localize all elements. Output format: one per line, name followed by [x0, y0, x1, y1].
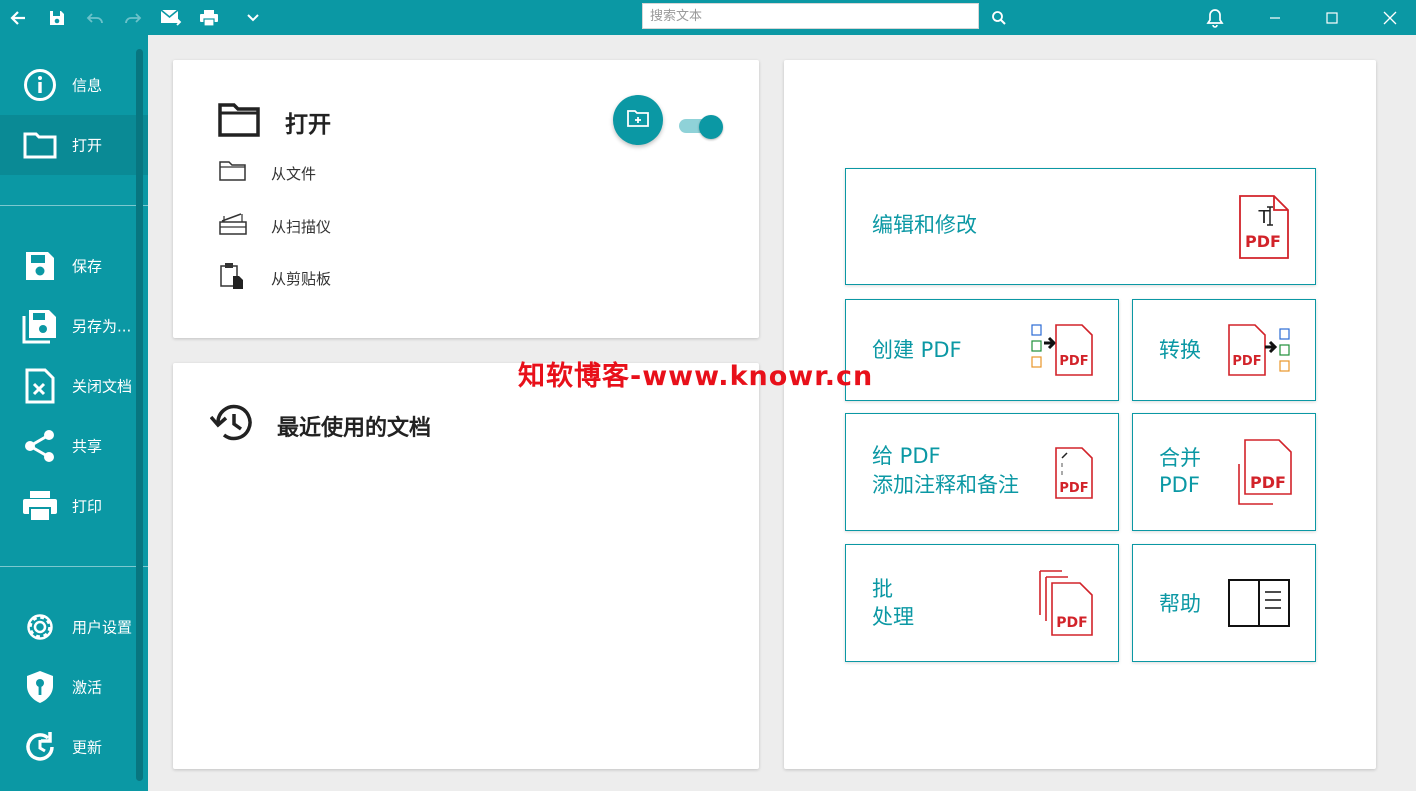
- toggle-switch[interactable]: [679, 115, 723, 139]
- update-icon: [22, 729, 58, 765]
- history-icon: [209, 403, 256, 447]
- sidebar-item-info[interactable]: 信息: [0, 55, 148, 115]
- tile-label: PDF: [1159, 473, 1200, 497]
- shield-key-icon: [22, 669, 58, 705]
- save-icon[interactable]: [40, 0, 74, 35]
- svg-text:PDF: PDF: [1059, 354, 1088, 369]
- maximize-icon[interactable]: [1315, 0, 1349, 35]
- sidebar-item-label: 更新: [72, 738, 103, 757]
- open-from-scanner[interactable]: 从扫描仪: [219, 211, 331, 241]
- svg-text:PDF: PDF: [1056, 615, 1087, 631]
- print-icon: [22, 488, 58, 524]
- title-bar: [0, 0, 1416, 35]
- book-icon: [1227, 578, 1291, 632]
- convert-tile[interactable]: 转换 PDF: [1132, 299, 1316, 401]
- folder-icon: [22, 127, 58, 163]
- sidebar-item-label: 打印: [72, 497, 103, 516]
- convert-pdf-icon: PDF: [1227, 323, 1293, 381]
- search-icon[interactable]: [982, 0, 1016, 35]
- save-icon: [22, 248, 58, 284]
- folder-icon: [218, 103, 260, 141]
- sidebar-item-print[interactable]: 打印: [0, 476, 148, 536]
- sidebar-item-save-as[interactable]: 另存为...: [0, 296, 148, 356]
- add-folder-button[interactable]: [613, 95, 663, 145]
- sidebar-item-label: 共享: [72, 437, 103, 456]
- open-from-clipboard[interactable]: 从剪贴板: [219, 262, 331, 294]
- print-icon[interactable]: [192, 0, 226, 35]
- redo-icon[interactable]: [116, 0, 150, 35]
- clipboard-icon: [219, 262, 245, 294]
- merge-pdf-tile[interactable]: 合并 PDF PDF: [1132, 413, 1316, 531]
- watermark: 知软博客-www.knowr.cn: [518, 361, 874, 392]
- open-row-label: 从文件: [271, 164, 317, 183]
- tile-label: 给 PDF: [872, 444, 941, 468]
- sidebar-item-update[interactable]: 更新: [0, 717, 148, 777]
- tile-label: 帮助: [1159, 592, 1201, 616]
- sidebar-item-label: 激活: [72, 678, 103, 697]
- sidebar-item-label: 打开: [72, 136, 103, 155]
- recent-documents-panel: 最近使用的文档: [173, 363, 759, 769]
- sidebar-item-label: 关闭文档: [72, 377, 133, 396]
- sidebar-item-share[interactable]: 共享: [0, 416, 148, 476]
- sidebar-item-save[interactable]: 保存: [0, 236, 148, 296]
- sidebar-item-activate[interactable]: 激活: [0, 657, 148, 717]
- tile-label: 合并: [1159, 446, 1201, 470]
- svg-text:PDF: PDF: [1232, 354, 1261, 369]
- help-tile[interactable]: 帮助: [1132, 544, 1316, 662]
- sidebar-scrollbar[interactable]: [136, 49, 143, 781]
- tile-label: 创建 PDF: [872, 338, 962, 362]
- batch-pdf-icon: PDF: [1038, 569, 1096, 643]
- tile-label: 编辑和修改: [872, 213, 977, 237]
- open-from-file[interactable]: 从文件: [219, 158, 316, 188]
- toggle-knob: [699, 115, 723, 139]
- sidebar-item-label: 另存为...: [72, 317, 132, 336]
- open-panel: 打开 从文件 从扫描仪 从剪贴板: [173, 60, 759, 338]
- svg-text:PDF: PDF: [1250, 473, 1286, 492]
- tile-label: 批: [872, 577, 893, 601]
- pdf-edit-icon: T PDF: [1238, 194, 1290, 264]
- sidebar-item-label: 保存: [72, 257, 103, 276]
- open-panel-title: 打开: [285, 112, 331, 138]
- save-as-icon: [22, 308, 58, 344]
- sidebar-item-label: 信息: [72, 76, 103, 95]
- folder-plus-icon: [627, 109, 649, 131]
- back-icon[interactable]: [1, 0, 35, 35]
- close-document-icon: [22, 368, 58, 404]
- create-pdf-icon: PDF: [1030, 323, 1094, 381]
- scanner-icon: [219, 212, 247, 240]
- gear-icon: [22, 609, 58, 645]
- open-row-label: 从剪贴板: [271, 269, 332, 288]
- batch-process-tile[interactable]: 批 处理 PDF: [845, 544, 1119, 662]
- chevron-down-icon[interactable]: [236, 0, 270, 35]
- open-row-label: 从扫描仪: [271, 217, 332, 236]
- undo-icon[interactable]: [78, 0, 112, 35]
- sidebar-item-label: 用户设置: [72, 618, 133, 637]
- search-input[interactable]: [642, 3, 979, 29]
- sidebar-item-user-settings[interactable]: 用户设置: [0, 597, 148, 657]
- sidebar-divider: [0, 566, 148, 567]
- create-pdf-tile[interactable]: 创建 PDF PDF: [845, 299, 1119, 401]
- minimize-icon[interactable]: [1258, 0, 1292, 35]
- sidebar-divider: [0, 205, 148, 206]
- tile-label: 添加注释和备注: [872, 473, 1019, 497]
- sidebar: 信息 打开 保存 另存为... 关闭文档 共享 打印 用户设置 激活 更新: [0, 35, 148, 791]
- annotate-tile[interactable]: 给 PDF 添加注释和备注 PDF: [845, 413, 1119, 531]
- edit-and-modify-tile[interactable]: 编辑和修改 T PDF: [845, 168, 1316, 285]
- svg-text:PDF: PDF: [1245, 232, 1281, 251]
- mail-icon[interactable]: [154, 0, 188, 35]
- merge-pdf-icon: PDF: [1237, 438, 1293, 510]
- sidebar-item-open[interactable]: 打开: [0, 115, 148, 175]
- folder-outline-icon: [219, 160, 247, 186]
- share-icon: [22, 428, 58, 464]
- tile-label: 转换: [1159, 338, 1201, 362]
- close-icon[interactable]: [1373, 0, 1407, 35]
- tile-label: 处理: [872, 605, 914, 629]
- svg-text:PDF: PDF: [1059, 481, 1088, 496]
- info-icon: [22, 67, 58, 103]
- recent-documents-title: 最近使用的文档: [277, 416, 432, 441]
- sidebar-item-close-document[interactable]: 关闭文档: [0, 356, 148, 416]
- bell-icon[interactable]: [1198, 0, 1232, 35]
- annotate-pdf-icon: PDF: [1054, 446, 1096, 504]
